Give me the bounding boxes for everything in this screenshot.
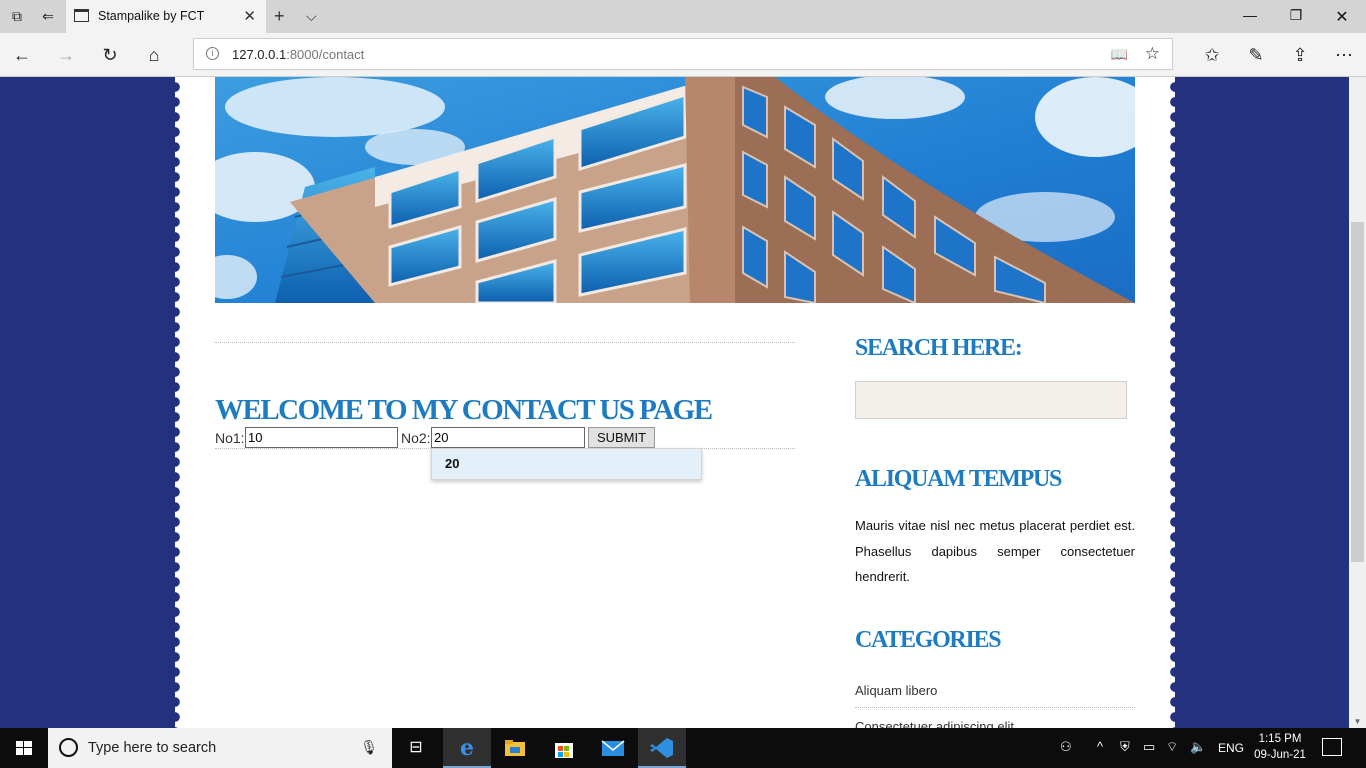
- url-path: :8000/contact: [286, 47, 365, 62]
- vscode-icon: [650, 737, 674, 759]
- taskbar-search-box[interactable]: Type here to search 🎙: [48, 728, 392, 768]
- address-bar[interactable]: i 127.0.0.1:8000/contact 📖 ☆: [193, 38, 1173, 70]
- microphone-icon[interactable]: 🎙: [360, 739, 378, 756]
- url-text: 127.0.0.1:8000/contact: [232, 47, 364, 62]
- submit-button[interactable]: SUBMIT: [588, 427, 655, 448]
- task-view-button[interactable]: ⊟: [392, 728, 440, 768]
- home-icon[interactable]: ⌂: [143, 44, 165, 66]
- tab-bar: ⧉ ⇐ Stampalike by FCT ✕ + ⌵ — ❐ ✕: [0, 0, 1366, 33]
- start-button[interactable]: [0, 728, 48, 768]
- navigation-bar: ← → ↻ ⌂ i 127.0.0.1:8000/contact 📖 ☆ ✩ ✎…: [0, 33, 1366, 77]
- restore-icon[interactable]: ❐: [1286, 7, 1306, 24]
- taskbar-mail[interactable]: [589, 728, 637, 768]
- security-alert-icon[interactable]: ⛨: [1120, 739, 1130, 755]
- taskbar-clock[interactable]: 1:15 PM 09-Jun-21: [1250, 731, 1310, 763]
- url-host: 127.0.0.1: [232, 47, 287, 62]
- page-viewport: WELCOME TO MY CONTACT US PAGE No1: No2: …: [0, 77, 1349, 728]
- edge-icon: e: [460, 735, 474, 761]
- scrollbar-thumb[interactable]: [1351, 222, 1364, 562]
- sidebar-search-input[interactable]: [855, 381, 1127, 419]
- favorites-hub-icon[interactable]: ✩: [1201, 44, 1223, 66]
- page-scrollbar[interactable]: ▼: [1349, 77, 1366, 728]
- site-info-icon[interactable]: i: [206, 47, 219, 60]
- people-icon[interactable]: ⚇: [1060, 739, 1072, 755]
- tab-actions-icon[interactable]: ⧉: [9, 8, 25, 24]
- taskbar: Type here to search 🎙 ⊟ e ⚇ ^ ⛨ ▭ ⌔ 🔈 EN…: [0, 728, 1366, 768]
- close-window-icon[interactable]: ✕: [1332, 7, 1352, 27]
- clock-time: 1:15 PM: [1258, 733, 1302, 745]
- language-indicator[interactable]: ENG: [1218, 741, 1244, 755]
- folder-icon: [503, 737, 527, 759]
- tempus-heading: ALIQUAM TEMPUS: [855, 466, 1062, 492]
- refresh-icon[interactable]: ↻: [99, 44, 121, 66]
- main-content: WELCOME TO MY CONTACT US PAGE No1: No2: …: [215, 342, 795, 480]
- volume-icon[interactable]: 🔈: [1190, 739, 1206, 755]
- active-tab[interactable]: Stampalike by FCT ✕: [66, 0, 266, 33]
- mail-icon: [601, 737, 625, 759]
- store-icon: [552, 737, 576, 759]
- taskbar-edge[interactable]: e: [443, 728, 491, 768]
- show-hidden-icons-icon[interactable]: ^: [1097, 739, 1103, 754]
- page-title: WELCOME TO MY CONTACT US PAGE: [215, 394, 713, 426]
- tempus-text: Mauris vitae nisl nec metus placerat per…: [855, 518, 1135, 584]
- cortana-icon: [59, 738, 78, 757]
- favorite-star-icon[interactable]: ☆: [1145, 44, 1160, 64]
- autocomplete-dropdown: 20: [431, 448, 702, 480]
- action-center-icon[interactable]: [1322, 738, 1342, 756]
- battery-icon[interactable]: ▭: [1143, 739, 1155, 755]
- forward-icon[interactable]: →: [55, 44, 77, 66]
- search-heading: SEARCH HERE:: [855, 335, 1023, 361]
- stamp-container: WELCOME TO MY CONTACT US PAGE No1: No2: …: [170, 77, 1180, 728]
- category-link[interactable]: Consectetuer adipiscing elit: [855, 719, 1135, 728]
- categories-heading: CATEGORIES: [855, 627, 1002, 653]
- web-note-icon[interactable]: ✎: [1245, 44, 1267, 66]
- tab-title: Stampalike by FCT: [98, 9, 205, 23]
- search-placeholder: Type here to search: [88, 740, 217, 756]
- taskbar-store[interactable]: [540, 728, 588, 768]
- share-icon[interactable]: ⇪: [1289, 44, 1311, 66]
- no1-input[interactable]: [245, 427, 398, 448]
- minimize-icon[interactable]: —: [1240, 7, 1260, 23]
- tab-preview-chevron-icon[interactable]: ⌵: [306, 6, 317, 26]
- no1-label: No1:: [215, 430, 245, 446]
- category-link[interactable]: Aliquam libero: [855, 683, 1135, 708]
- taskbar-file-explorer[interactable]: [491, 728, 539, 768]
- tab-close-icon[interactable]: ✕: [243, 7, 256, 25]
- page-icon: [74, 9, 89, 22]
- taskbar-vscode[interactable]: [638, 728, 686, 768]
- more-icon[interactable]: ⋯: [1333, 44, 1355, 66]
- scroll-down-icon[interactable]: ▼: [1349, 717, 1366, 726]
- no2-input[interactable]: [431, 427, 585, 448]
- stamp-perforation-left: [170, 77, 180, 728]
- set-tabs-aside-icon[interactable]: ⇐: [40, 8, 56, 24]
- windows-logo-icon: [16, 741, 32, 755]
- no2-label: No2:: [401, 430, 431, 446]
- autocomplete-option[interactable]: 20: [445, 456, 459, 471]
- clock-date: 09-Jun-21: [1254, 749, 1306, 761]
- top-divider: [215, 342, 795, 343]
- back-icon[interactable]: ←: [11, 44, 33, 66]
- network-icon[interactable]: ⌔: [1166, 739, 1178, 755]
- task-view-icon: ⊟: [409, 739, 423, 756]
- new-tab-icon[interactable]: +: [274, 6, 285, 26]
- header-building-image: [215, 77, 1135, 303]
- reading-view-icon[interactable]: 📖: [1111, 46, 1128, 63]
- stamp-perforation-right: [1170, 77, 1180, 728]
